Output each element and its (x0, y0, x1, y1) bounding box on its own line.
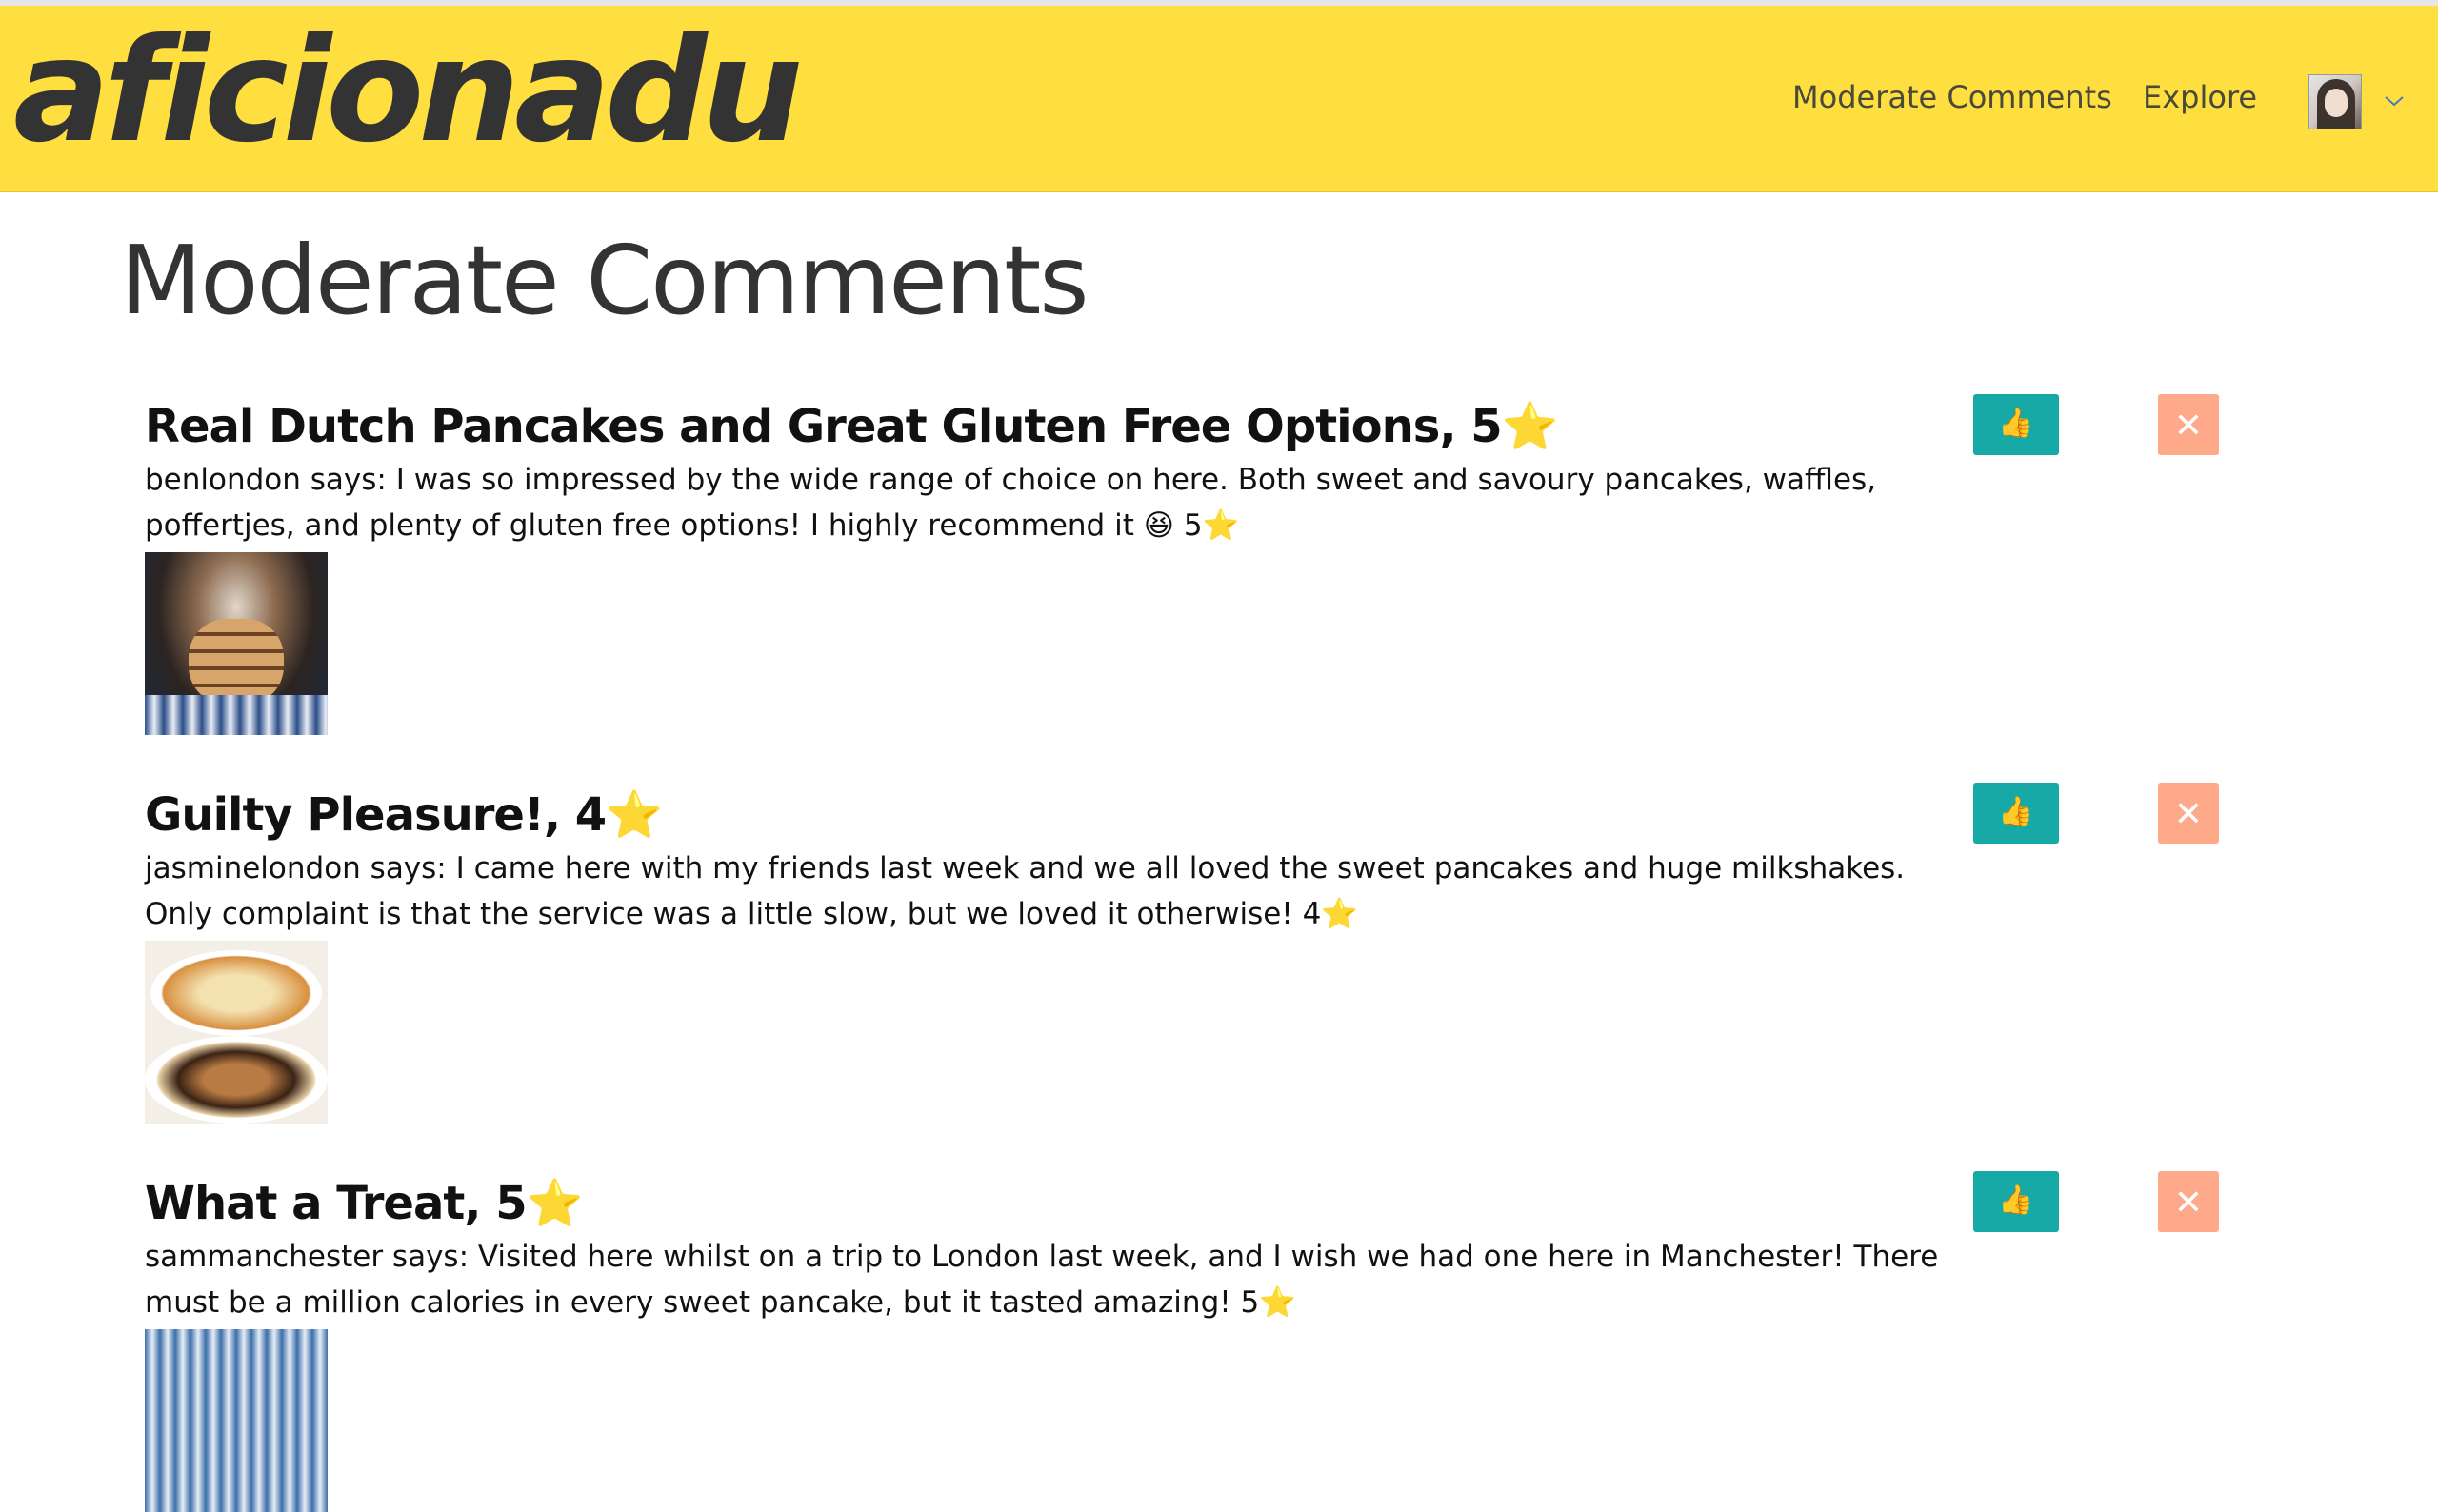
plate (145, 695, 328, 735)
comment-title: Guilty Pleasure!, 4⭐ (145, 788, 663, 842)
thumbs-up-icon: 👍 (1998, 796, 2034, 827)
comment-card: Real Dutch Pancakes and Great Gluten Fre… (145, 396, 2240, 735)
approve-button[interactable]: 👍 (1973, 783, 2059, 844)
comment-title: What a Treat, 5⭐ (145, 1177, 583, 1230)
avatar-face (2325, 89, 2348, 117)
reject-button[interactable]: ✕ (2158, 394, 2219, 455)
chevron-down-icon[interactable] (2383, 90, 2406, 112)
user-avatar[interactable] (2308, 74, 2362, 129)
close-icon: ✕ (2173, 406, 2204, 445)
close-icon: ✕ (2173, 1183, 2204, 1222)
logo[interactable]: aficionadu (13, 6, 803, 177)
page-title: Moderate Comments (120, 225, 1089, 336)
approve-button[interactable]: 👍 (1973, 1171, 2059, 1232)
approve-button[interactable]: 👍 (1973, 394, 2059, 455)
comment-card: Guilty Pleasure!, 4⭐ jasminelondon says:… (145, 785, 2240, 1124)
crepe-plate (145, 1036, 328, 1124)
comment-photo (145, 552, 328, 735)
comment-body: sammanchester says: Visited here whilst … (145, 1240, 1939, 1320)
nav-link-explore[interactable]: Explore (2143, 78, 2257, 116)
pancake-stack (189, 619, 284, 705)
comment-body: benlondon says: I was so impressed by th… (145, 463, 1877, 543)
comment-photo (145, 1329, 328, 1512)
thumbs-up-icon: 👍 (1998, 1184, 2034, 1216)
nav-link-moderate-comments[interactable]: Moderate Comments (1792, 78, 2112, 116)
comment-photo (145, 941, 328, 1124)
reject-button[interactable]: ✕ (2158, 1171, 2219, 1232)
comment-title: Real Dutch Pancakes and Great Gluten Fre… (145, 400, 1558, 453)
reject-button[interactable]: ✕ (2158, 783, 2219, 844)
close-icon: ✕ (2173, 794, 2204, 833)
navbar: aficionadu Moderate Comments Explore (0, 6, 2438, 192)
crepe-plate (150, 950, 322, 1036)
thumbs-up-icon: 👍 (1998, 408, 2034, 439)
comment-card: What a Treat, 5⭐ sammanchester says: Vis… (145, 1173, 2240, 1512)
comment-body: jasminelondon says: I came here with my … (145, 851, 1906, 931)
